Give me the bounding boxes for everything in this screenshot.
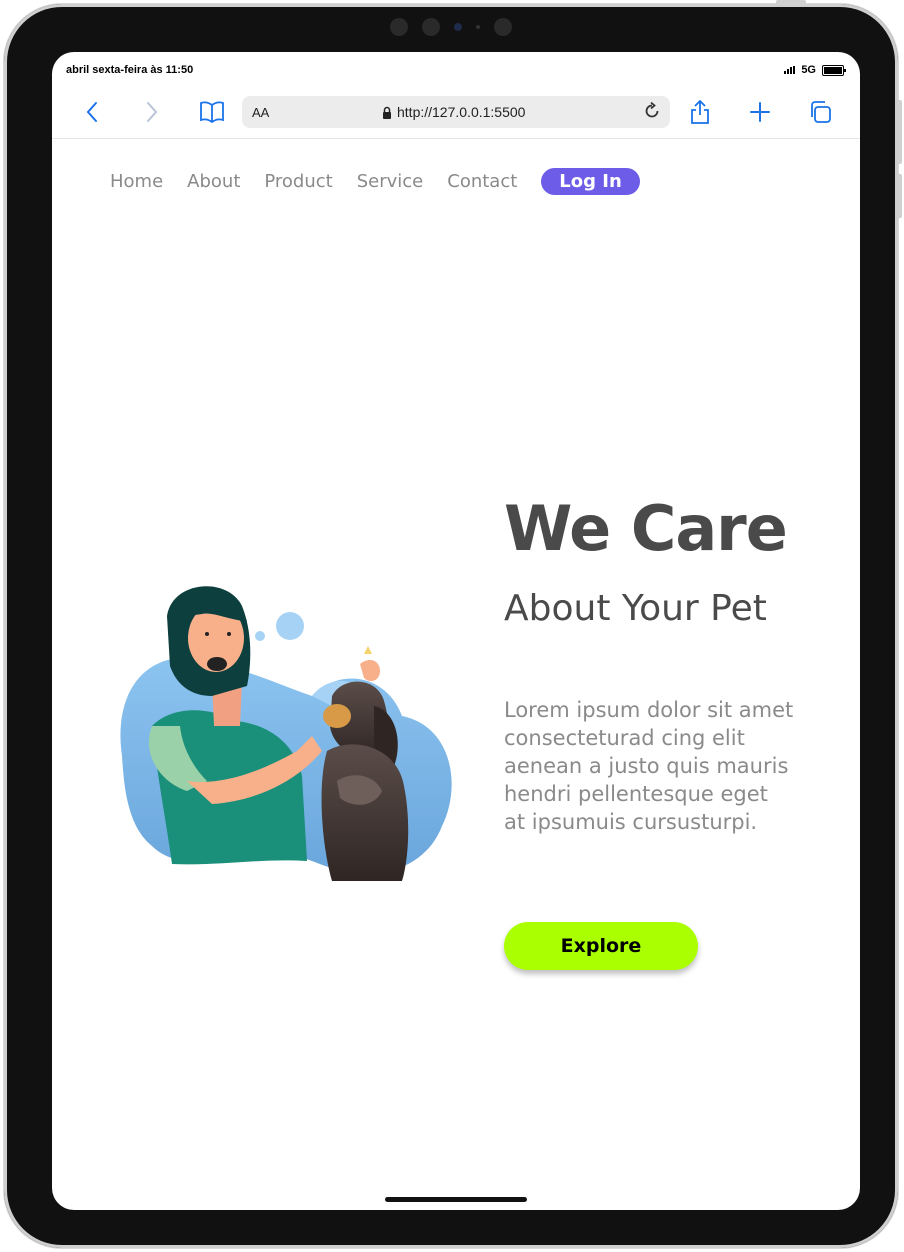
nav-service[interactable]: Service: [357, 171, 424, 192]
hero-description: Lorem ipsum dolor sit amet consecteturad…: [504, 698, 794, 834]
screen: abril sexta-feira às 11:50 5G AA http://…: [52, 52, 860, 1210]
url-text: http://127.0.0.1:5500: [397, 104, 526, 120]
signal-icon: [784, 66, 796, 74]
tabs-icon[interactable]: [806, 98, 834, 126]
share-icon[interactable]: [686, 98, 714, 126]
power-button: [776, 0, 806, 5]
nav-about[interactable]: About: [187, 171, 240, 192]
status-bar: abril sexta-feira às 11:50 5G: [52, 52, 860, 88]
text-size-button[interactable]: AA: [252, 105, 269, 120]
main-nav: Home About Product Service Contact Log I…: [110, 168, 664, 195]
new-tab-icon[interactable]: [746, 98, 774, 126]
forward-icon[interactable]: [138, 98, 166, 126]
pet-care-illustration: [120, 586, 452, 881]
camera-array: [390, 18, 512, 36]
lock-icon: [383, 106, 391, 119]
hero-subtitle: About Your Pet: [504, 588, 767, 629]
volume-down-button: [897, 174, 902, 218]
network-label: 5G: [801, 64, 816, 76]
volume-up-button: [897, 100, 902, 164]
login-button[interactable]: Log In: [541, 168, 640, 195]
battery-icon: [822, 64, 846, 76]
back-icon[interactable]: [78, 98, 106, 126]
reload-icon[interactable]: [642, 101, 662, 124]
address-bar[interactable]: AA http://127.0.0.1:5500: [242, 96, 670, 128]
explore-button[interactable]: Explore: [504, 922, 698, 970]
hero-title: We Care: [504, 492, 788, 565]
tablet-frame: abril sexta-feira às 11:50 5G AA http://…: [4, 0, 902, 1248]
status-time: abril sexta-feira às 11:50: [66, 64, 194, 76]
bookmarks-icon[interactable]: [198, 98, 226, 126]
nav-contact[interactable]: Contact: [447, 171, 517, 192]
browser-toolbar: AA http://127.0.0.1:5500: [52, 88, 860, 139]
nav-product[interactable]: Product: [264, 171, 332, 192]
nav-home[interactable]: Home: [110, 171, 163, 192]
home-indicator[interactable]: [385, 1197, 527, 1202]
